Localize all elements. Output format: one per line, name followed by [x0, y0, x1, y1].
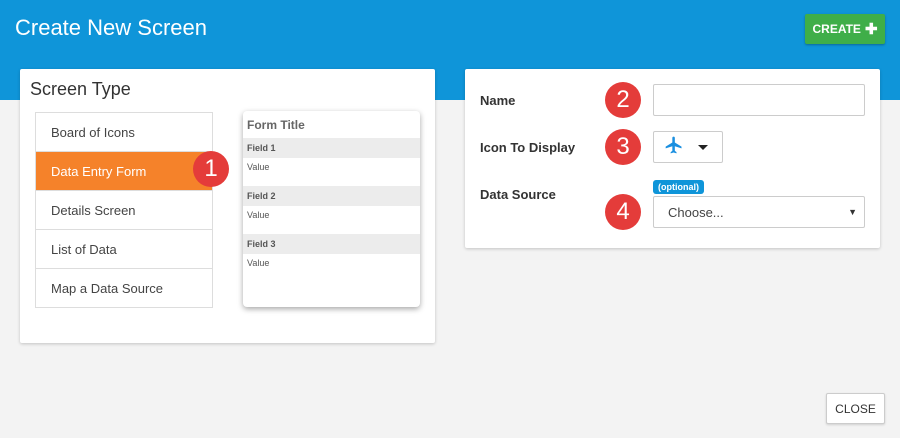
- screen-type-list-of-data[interactable]: List of Data: [36, 230, 212, 269]
- name-input[interactable]: [653, 84, 865, 116]
- caret-down-icon: [698, 144, 708, 150]
- screen-type-map-data-source[interactable]: Map a Data Source: [36, 269, 212, 307]
- optional-tag: (optional): [653, 180, 704, 194]
- preview-field-value: Value: [247, 258, 270, 268]
- page-title: Create New Screen: [15, 15, 207, 40]
- preview-field-label: Field 1: [243, 138, 420, 158]
- screen-type-details-screen[interactable]: Details Screen: [36, 191, 212, 230]
- screen-type-data-entry-form[interactable]: Data Entry Form: [36, 152, 212, 191]
- close-button[interactable]: CLOSE: [826, 393, 885, 424]
- step-badge-3: 3: [605, 129, 641, 165]
- screen-type-board-of-icons[interactable]: Board of Icons: [36, 113, 212, 152]
- name-label: Name: [480, 93, 516, 108]
- preview-title: Form Title: [247, 117, 305, 132]
- step-badge-4: 4: [605, 194, 641, 230]
- plus-icon: ✚: [864, 20, 878, 38]
- preview-field-value: Value: [247, 162, 270, 172]
- data-source-value: Choose...: [668, 204, 724, 220]
- create-button-label: CREATE: [812, 22, 861, 36]
- airplane-icon: [664, 135, 684, 160]
- create-button[interactable]: CREATE ✚: [805, 14, 885, 44]
- form-preview: Form Title Field 1 Value Field 2 Value F…: [243, 111, 420, 307]
- icon-select[interactable]: [653, 131, 723, 163]
- screen-type-card: Screen Type Board of Icons Data Entry Fo…: [20, 69, 435, 343]
- preview-field-value: Value: [247, 210, 270, 220]
- data-source-label: Data Source: [480, 187, 556, 202]
- screen-type-title: Screen Type: [30, 79, 131, 99]
- step-badge-2: 2: [605, 82, 641, 118]
- screen-settings-card: Name 2 Icon To Display 3 Data Source (op…: [465, 69, 880, 248]
- data-source-select[interactable]: Choose... ▼: [653, 196, 865, 228]
- preview-field-label: Field 2: [243, 186, 420, 206]
- dropdown-arrow-icon: ▼: [848, 207, 857, 217]
- preview-field-label: Field 3: [243, 234, 420, 254]
- screen-type-list: Board of Icons Data Entry Form Details S…: [35, 112, 213, 308]
- step-badge-1: 1: [193, 151, 229, 187]
- icon-to-display-label: Icon To Display: [480, 140, 576, 155]
